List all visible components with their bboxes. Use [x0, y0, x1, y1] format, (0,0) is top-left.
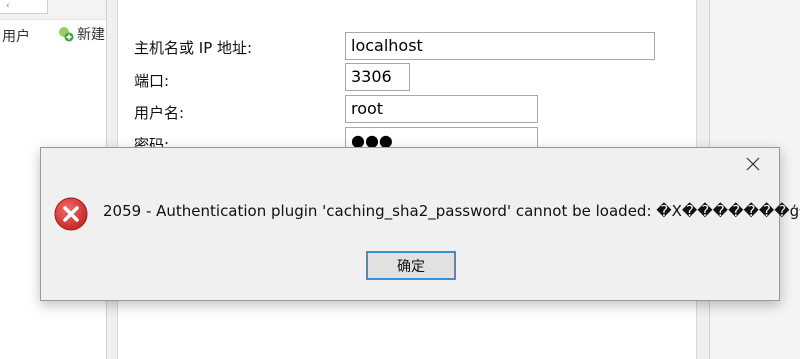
toolbar-new-label: 新建 [77, 27, 105, 43]
username-input[interactable]: root [345, 95, 538, 123]
toolbar-new-button[interactable]: 新建 [56, 24, 105, 44]
error-icon [54, 197, 88, 231]
chevron-left-icon: ‹ [6, 1, 10, 11]
username-label: 用户名: [134, 104, 185, 122]
close-button[interactable] [741, 152, 765, 176]
host-input[interactable]: localhost [345, 32, 655, 60]
ok-button[interactable]: 确定 [366, 251, 456, 280]
port-input[interactable]: 3306 [345, 63, 410, 91]
app-tab[interactable]: ‹ [0, 0, 48, 14]
app-toolbar: 用户 新建 [0, 22, 118, 48]
toolbar-user-button[interactable]: 用户 [2, 26, 30, 46]
port-label: 端口: [134, 72, 170, 90]
host-label: 主机名或 IP 地址: [134, 39, 253, 57]
add-user-icon [59, 27, 74, 42]
close-icon [746, 157, 760, 171]
error-message: 2059 - Authentication plugin 'caching_sh… [103, 202, 800, 220]
error-dialog: 2059 - Authentication plugin 'caching_sh… [40, 147, 800, 301]
app-tab-strip: ‹ [0, 0, 120, 20]
